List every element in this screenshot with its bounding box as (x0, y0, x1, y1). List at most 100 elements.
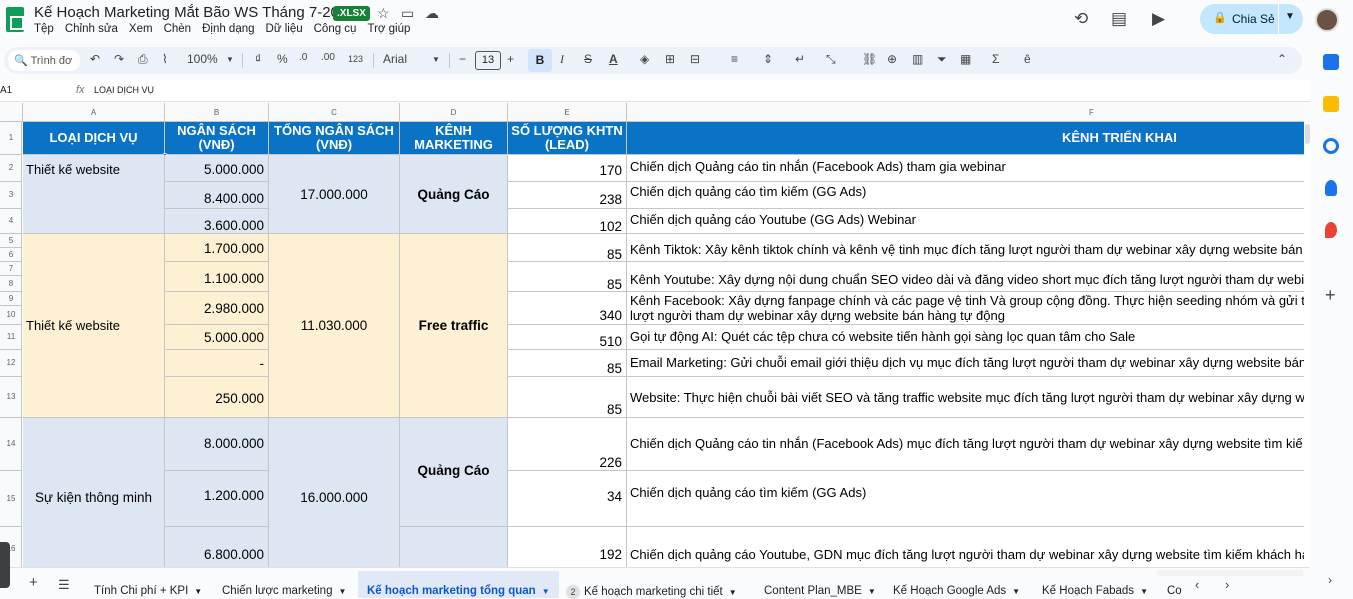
budget-cell[interactable]: - (165, 350, 269, 377)
add-sheet-icon[interactable]: + (29, 574, 38, 591)
decrease-font-size-button[interactable]: − (459, 52, 466, 66)
vertical-align-icon[interactable]: ⇕ (763, 52, 773, 66)
lead-cell[interactable]: 226 (508, 418, 627, 471)
menu-view[interactable]: Xem (129, 23, 153, 35)
chevron-down-icon[interactable]: ▼ (868, 587, 876, 596)
chevron-down-icon[interactable]: ▼ (542, 587, 550, 596)
row-header[interactable]: 15 (0, 471, 22, 527)
column-header-b[interactable]: B (165, 103, 269, 122)
text-rotation-icon[interactable]: ⤡ (826, 52, 836, 67)
horizontal-align-icon[interactable]: ≡ (731, 52, 738, 66)
service-cell[interactable]: Sự kiện thông minh (23, 418, 165, 567)
name-box[interactable]: A1 (0, 85, 12, 96)
chevron-down-icon[interactable]: ▼ (729, 588, 737, 597)
row-header[interactable]: 13 (0, 377, 22, 418)
scroll-tabs-right-icon[interactable]: › (1225, 577, 1229, 592)
increase-decimal-button[interactable]: .00 (321, 52, 335, 63)
row-header[interactable]: 3 (0, 182, 22, 209)
lead-cell[interactable]: 340 (508, 292, 627, 325)
sheet-tab[interactable]: Kế Hoạch Fabads ▼ (1042, 571, 1148, 598)
channel-cell[interactable]: Free traffic (400, 234, 508, 418)
header-total-budget[interactable]: TỔNG NGÂN SÁCH (VNĐ) (269, 122, 400, 155)
document-title[interactable]: Kế Hoạch Marketing Mắt Bão WS Tháng 7-20… (34, 4, 356, 21)
detail-cell[interactable]: Gọi tự động AI: Quét các tệp chưa có web… (627, 325, 1304, 350)
row-header[interactable]: 5 (0, 234, 22, 248)
chevron-down-icon[interactable]: ▼ (432, 55, 440, 64)
avatar[interactable] (1315, 8, 1339, 32)
keep-icon[interactable] (1323, 96, 1339, 112)
borders-icon[interactable]: ⊞ (665, 52, 675, 66)
undo-icon[interactable]: ↶ (90, 52, 100, 66)
channel-cell[interactable]: Quảng Cáo (400, 155, 508, 234)
select-all-corner[interactable] (0, 103, 23, 122)
column-header-f[interactable]: F (627, 103, 1304, 122)
comments-icon[interactable]: ▤ (1111, 9, 1127, 29)
budget-cell[interactable]: 8.400.000 (165, 182, 269, 209)
budget-cell[interactable]: 1.200.000 (165, 471, 269, 527)
service-cell[interactable]: Thiết kế website (23, 155, 165, 234)
column-header-c[interactable]: C (269, 103, 400, 122)
budget-cell[interactable]: 1.100.000 (165, 262, 269, 292)
chevron-down-icon[interactable]: ▼ (1140, 587, 1148, 596)
menu-help[interactable]: Trợ giúp (367, 23, 410, 35)
row-header[interactable]: 4 (0, 209, 22, 234)
header-service-type[interactable]: LOẠI DỊCH VỤ (23, 122, 165, 155)
detail-cell[interactable]: Chiến dịch Quảng cáo tin nhắn (Facebook … (627, 155, 1304, 182)
row-header[interactable]: 7 (0, 262, 22, 276)
column-header-d[interactable]: D (400, 103, 508, 122)
sheet-tab[interactable]: Content Plan_MBE ▼ (764, 571, 876, 598)
detail-cell[interactable]: Chiến dịch quảng cáo Youtube, GDN mục đí… (627, 527, 1304, 567)
chevron-down-icon[interactable]: ▼ (1012, 587, 1020, 596)
row-header[interactable]: 11 (0, 325, 22, 350)
sheet-tab[interactable]: Chiến lược marketing ▼ (222, 571, 346, 598)
row-header[interactable]: 12 (0, 350, 22, 377)
vertical-scrollbar[interactable] (1304, 122, 1310, 567)
lead-cell[interactable]: 85 (508, 350, 627, 377)
functions-icon[interactable]: Σ (992, 52, 999, 66)
menu-insert[interactable]: Chèn (164, 23, 192, 35)
detail-cell[interactable]: Kênh Youtube: Xây dựng nội dung chuẩn SE… (627, 262, 1304, 292)
font-select[interactable]: Arial (383, 52, 407, 66)
total-budget-cell[interactable]: 11.030.000 (269, 234, 400, 418)
star-icon[interactable]: ☆ (377, 5, 390, 22)
input-tools-icon[interactable]: ȇ (1024, 52, 1031, 66)
sheet-tab-active[interactable]: Kế hoạch marketing tổng quan ▼ (358, 571, 559, 598)
budget-cell[interactable]: 5.000.000 (165, 155, 269, 182)
budget-cell[interactable]: 6.800.000 (165, 527, 269, 567)
header-budget[interactable]: NGÂN SÁCH (VNĐ) (165, 122, 269, 155)
scroll-thumb[interactable] (1305, 124, 1310, 144)
menu-search-input[interactable]: 🔍 Trình đơ (8, 50, 80, 71)
detail-cell[interactable]: Chiến dịch quảng cáo Youtube (GG Ads) We… (627, 209, 1304, 234)
total-budget-cell[interactable]: 17.000.000 (269, 155, 400, 234)
lead-cell[interactable]: 34 (508, 471, 627, 527)
lead-cell[interactable]: 85 (508, 234, 627, 262)
lead-cell[interactable]: 170 (508, 155, 627, 182)
detail-cell[interactable]: Kênh Tiktok: Xây kênh tiktok chính và kê… (627, 234, 1304, 262)
chevron-down-icon[interactable]: ▼ (338, 587, 346, 596)
lead-cell[interactable]: 510 (508, 325, 627, 350)
menu-edit[interactable]: Chỉnh sửa (65, 23, 118, 35)
percent-format-button[interactable]: % (277, 52, 288, 66)
row-header[interactable]: 14 (0, 418, 22, 471)
insert-chart-icon[interactable]: ▥ (912, 52, 923, 66)
contacts-icon[interactable] (1325, 180, 1337, 196)
italic-button[interactable]: I (560, 52, 564, 67)
collapse-toolbar-icon[interactable]: ⌃ (1277, 52, 1287, 66)
calendar-icon[interactable] (1323, 54, 1339, 70)
menu-format[interactable]: Định dạng (202, 23, 254, 35)
column-header-a[interactable]: A (23, 103, 165, 122)
row-header[interactable]: 10 (0, 306, 22, 325)
service-cell[interactable]: Thiết kế website (23, 234, 165, 418)
filter-icon[interactable]: ⏷ (937, 52, 947, 67)
sheet-tab[interactable]: Tính Chi phí + KPI ▼ (94, 571, 202, 598)
lead-cell[interactable]: 85 (508, 377, 627, 418)
insert-comment-icon[interactable]: ⊕ (887, 52, 897, 66)
expand-panel-icon[interactable]: › (1328, 573, 1332, 587)
share-button[interactable]: 🔒 Chia Sẻ ▼ (1200, 4, 1303, 34)
fill-color-icon[interactable]: ◈ (640, 52, 649, 66)
header-deployment-channel[interactable]: KÊNH TRIỂN KHAI (627, 122, 1304, 155)
meet-icon[interactable]: ▶ (1152, 9, 1165, 29)
paint-format-icon[interactable]: ⌇ (162, 52, 168, 66)
move-folder-icon[interactable]: ▭ (401, 5, 414, 22)
channel-cell[interactable]: Quảng Cáo (400, 418, 508, 527)
